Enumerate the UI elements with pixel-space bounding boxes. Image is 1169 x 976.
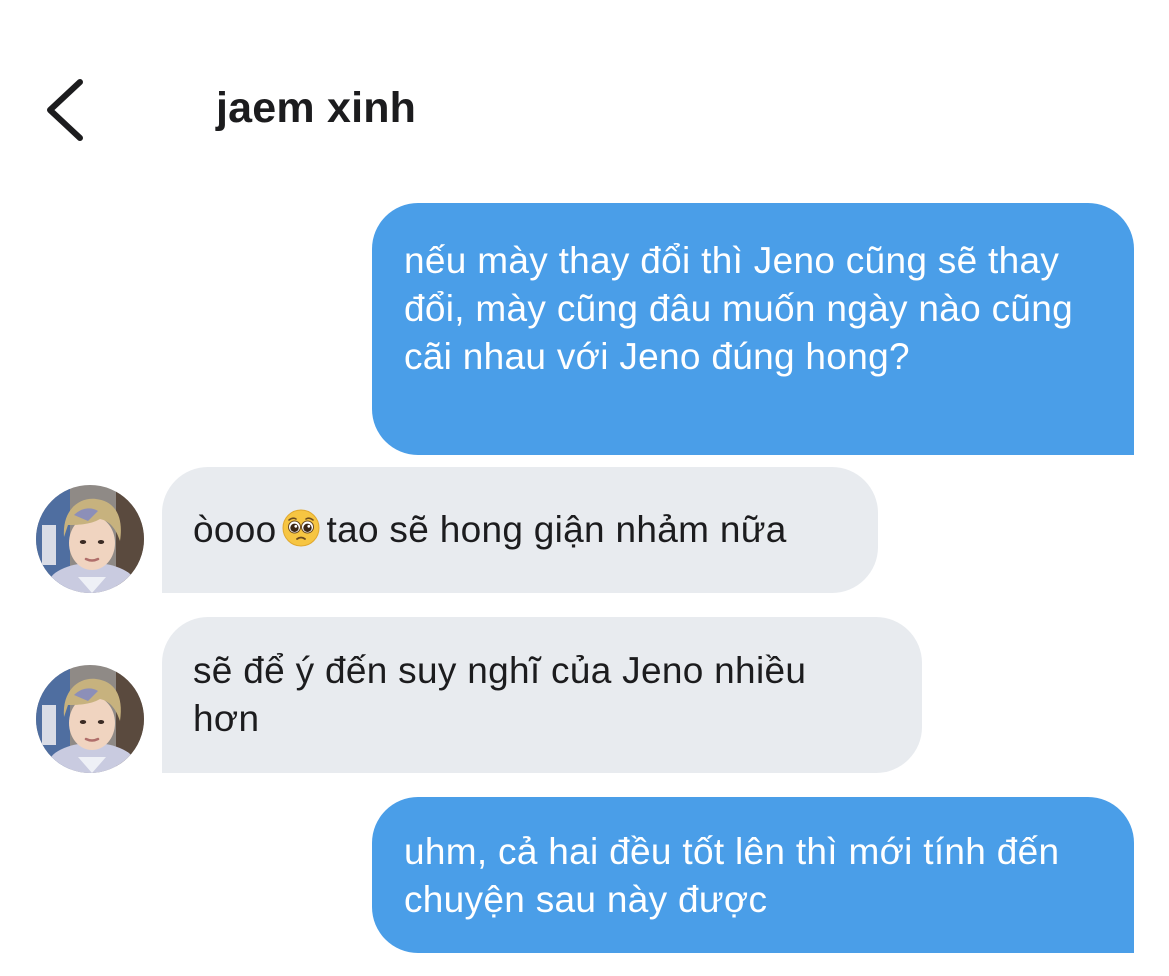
conversation-title[interactable]: jaem xinh	[216, 82, 416, 134]
chat-header: jaem xinh	[0, 0, 1169, 180]
message-text: nếu mày thay đổi thì Jeno cũng sẽ thay đ…	[404, 240, 1074, 377]
sent-message-bubble[interactable]: nếu mày thay đổi thì Jeno cũng sẽ thay đ…	[372, 203, 1134, 455]
back-button[interactable]	[30, 70, 100, 150]
message-text: òooo tao sẽ hong giận nhảm nữa	[193, 506, 848, 554]
avatar-photo	[36, 485, 144, 593]
message-text-part: òooo	[193, 509, 277, 550]
received-message-bubble[interactable]: òooo tao sẽ hong giận nhảm nữa	[162, 467, 878, 593]
avatar-photo	[36, 665, 144, 773]
message-text: uhm, cả hai đều tốt lên thì mới tính đến…	[404, 831, 1060, 920]
message-text-part: tao sẽ hong giận nhảm nữa	[326, 509, 787, 550]
chevron-left-icon	[47, 79, 83, 141]
sent-message-bubble[interactable]: uhm, cả hai đều tốt lên thì mới tính đến…	[372, 797, 1134, 953]
pleading-face-emoji-icon	[282, 509, 320, 547]
contact-avatar[interactable]	[36, 485, 144, 593]
contact-avatar[interactable]	[36, 665, 144, 773]
message-text: sẽ để ý đến suy nghĩ của Jeno nhiều hơn	[193, 650, 807, 739]
received-message-bubble[interactable]: sẽ để ý đến suy nghĩ của Jeno nhiều hơn	[162, 617, 922, 773]
